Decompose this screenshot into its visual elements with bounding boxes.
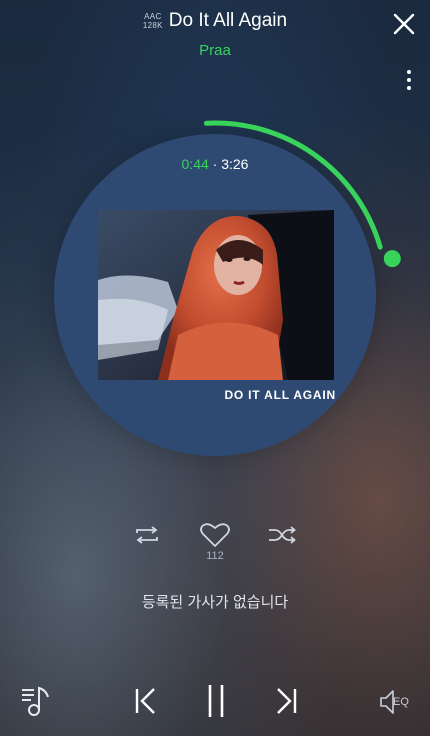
progress-ring[interactable] — [54, 120, 401, 456]
progress-arc — [203, 120, 383, 250]
more-vertical-icon — [407, 70, 411, 90]
track-actions: 112 — [0, 520, 430, 570]
like-button[interactable] — [199, 522, 231, 553]
player-header: AAC 128K Do It All Again Praa — [0, 0, 430, 90]
next-button[interactable] — [273, 686, 299, 721]
playlist-button[interactable] — [20, 684, 54, 723]
playlist-icon — [22, 686, 49, 716]
lyrics-message[interactable]: 등록된 가사가 없습니다 — [0, 591, 430, 612]
song-title: Do It All Again — [168, 10, 288, 31]
quality-badge: AAC 128K — [143, 12, 163, 30]
eq-label[interactable]: EQ — [393, 696, 409, 708]
repeat-icon — [136, 526, 158, 544]
heart-icon — [200, 523, 230, 547]
title-row: AAC 128K Do It All Again — [0, 10, 430, 32]
progress-knob[interactable] — [383, 250, 401, 268]
close-button[interactable] — [390, 10, 418, 38]
quality-format: AAC — [144, 12, 162, 21]
shuffle-icon — [269, 526, 296, 544]
playback-controls — [0, 680, 430, 726]
shuffle-button[interactable] — [267, 525, 297, 550]
next-icon — [277, 688, 297, 714]
disc-player: 0:44 · 3:26 DO IT ALL AGAIN — [54, 120, 401, 456]
previous-button[interactable] — [133, 686, 159, 721]
like-count: 112 — [206, 550, 224, 562]
pause-icon — [208, 685, 224, 717]
quality-bitrate: 128K — [142, 21, 163, 30]
more-options-button[interactable] — [404, 68, 414, 92]
pause-button[interactable] — [203, 683, 229, 724]
repeat-button[interactable] — [133, 525, 161, 550]
artist-name[interactable]: Praa — [0, 42, 430, 59]
previous-icon — [135, 688, 155, 714]
close-icon — [393, 13, 415, 35]
